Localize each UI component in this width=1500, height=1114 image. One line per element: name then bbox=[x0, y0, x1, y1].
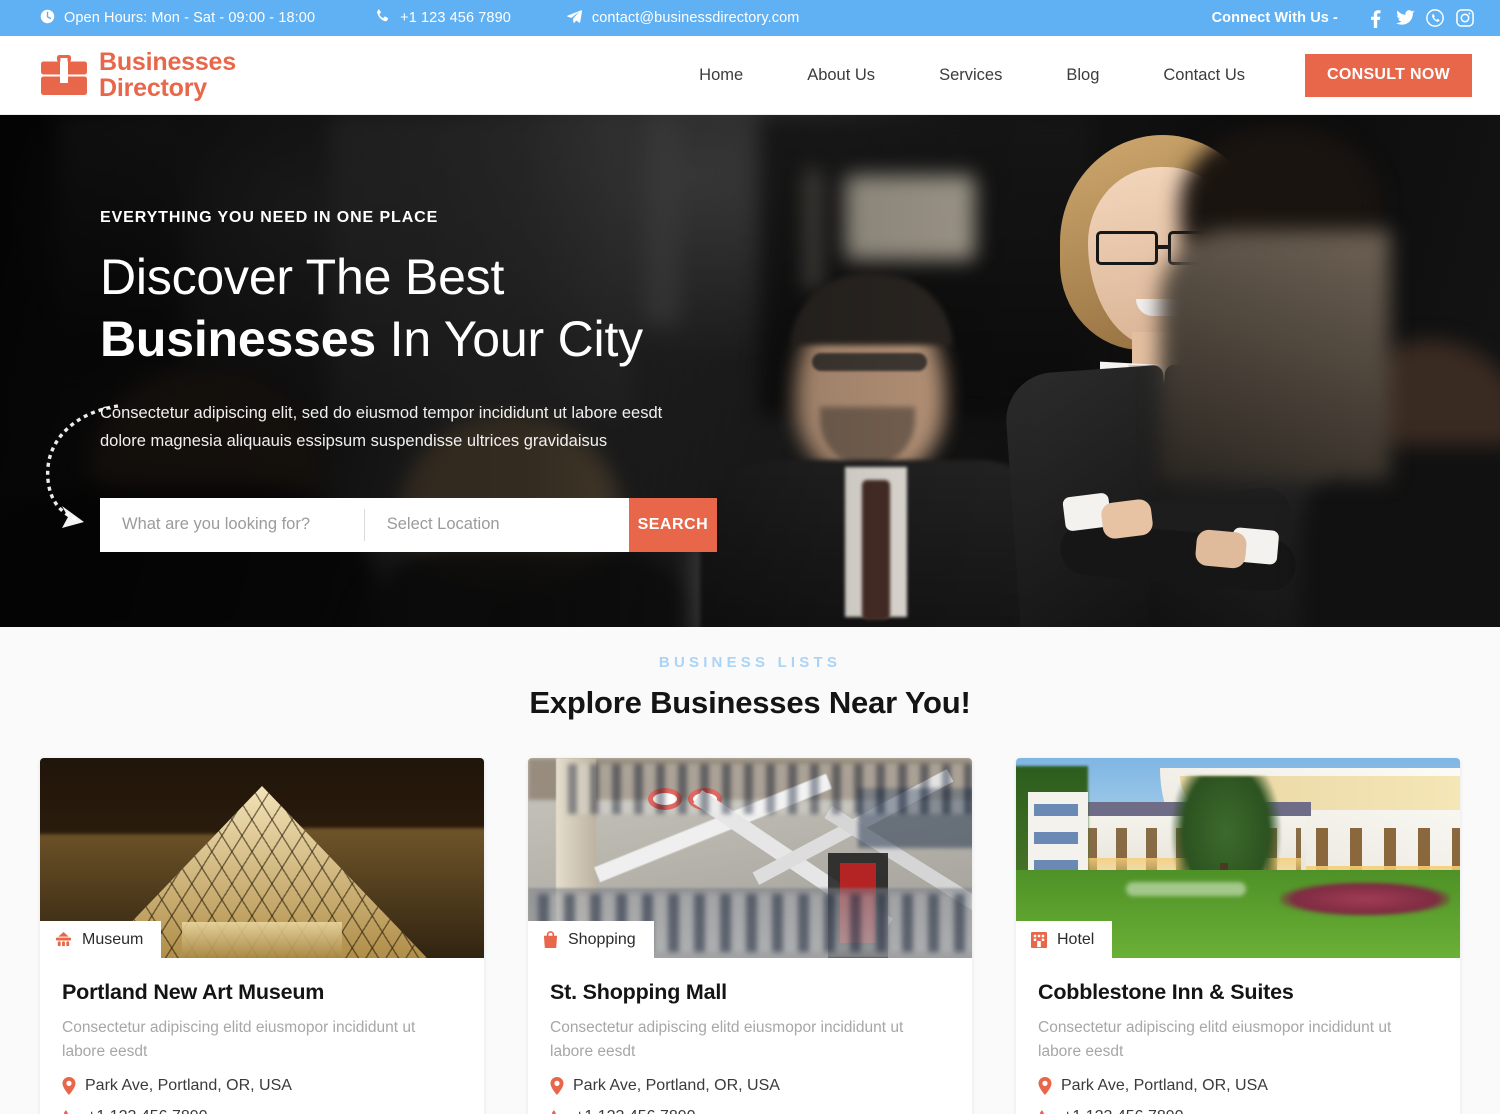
shopping-bag-icon bbox=[542, 930, 559, 949]
card-title: St. Shopping Mall bbox=[550, 980, 727, 1004]
logo-text: Businesses Directory bbox=[99, 49, 236, 101]
business-card[interactable]: Shopping St. Shopping Mall Consectetur a… bbox=[528, 758, 972, 1114]
card-description: Consectetur adipiscing elitd eiusmopor i… bbox=[1038, 1019, 1392, 1061]
nav-item-home[interactable]: Home bbox=[667, 66, 775, 85]
card-badge: Museum bbox=[40, 921, 162, 958]
card-image-museum: Museum bbox=[40, 758, 484, 958]
card-image-hotel: Hotel bbox=[1016, 758, 1460, 958]
card-body: St. Shopping Mall Consectetur adipiscing… bbox=[528, 958, 972, 1114]
map-pin-icon bbox=[1038, 1077, 1052, 1096]
hero-title: Discover The Best Businesses In Your Cit… bbox=[100, 247, 1500, 369]
logo[interactable]: Businesses Directory bbox=[40, 49, 236, 101]
facebook-icon[interactable] bbox=[1360, 9, 1390, 28]
hero-kicker: EVERYTHING YOU NEED IN ONE PLACE bbox=[100, 209, 439, 226]
card-badge: Hotel bbox=[1016, 921, 1113, 958]
logo-line-1: Businesses bbox=[99, 48, 236, 76]
top-info-bar: Open Hours: Mon - Sat - 09:00 - 18:00 +1… bbox=[0, 0, 1500, 36]
hero-paragraph: Consectetur adipiscing elit, sed do eius… bbox=[100, 404, 663, 451]
consult-now-button[interactable]: CONSULT NOW bbox=[1305, 53, 1472, 97]
briefcase-icon bbox=[40, 53, 88, 97]
card-phone: +1 123 456 7890 bbox=[62, 1108, 462, 1114]
open-hours: Open Hours: Mon - Sat - 09:00 - 18:00 bbox=[40, 9, 315, 28]
hero-title-line-2: Businesses In Your City bbox=[100, 309, 1500, 369]
card-phone-text: +1 123 456 7890 bbox=[1063, 1108, 1184, 1114]
card-address-text: Park Ave, Portland, OR, USA bbox=[573, 1077, 780, 1095]
nav-item-contact-us[interactable]: Contact Us bbox=[1131, 66, 1277, 85]
topbar-email[interactable]: contact@businessdirectory.com bbox=[566, 8, 800, 29]
card-address-text: Park Ave, Portland, OR, USA bbox=[85, 1077, 292, 1095]
card-address: Park Ave, Portland, OR, USA bbox=[550, 1077, 950, 1096]
business-card[interactable]: Museum Portland New Art Museum Consectet… bbox=[40, 758, 484, 1114]
twitter-icon[interactable] bbox=[1390, 10, 1420, 26]
card-phone-text: +1 123 456 7890 bbox=[87, 1108, 208, 1114]
connect-with-us: Connect With Us - bbox=[1212, 9, 1480, 28]
section-eyebrow: BUSINESS LISTS bbox=[658, 654, 842, 671]
card-badge: Shopping bbox=[528, 921, 654, 958]
hero-section: EVERYTHING YOU NEED IN ONE PLACE Discove… bbox=[0, 115, 1500, 627]
map-pin-icon bbox=[62, 1077, 76, 1096]
topbar-phone-text: +1 123 456 7890 bbox=[400, 10, 511, 26]
card-description: Consectetur adipiscing elitd eiusmopor i… bbox=[62, 1019, 416, 1061]
card-body: Portland New Art Museum Consectetur adip… bbox=[40, 958, 484, 1114]
card-badge-label: Museum bbox=[82, 930, 144, 948]
museum-icon bbox=[54, 931, 73, 949]
map-pin-icon bbox=[550, 1077, 564, 1096]
instagram-icon[interactable] bbox=[1450, 9, 1480, 27]
topbar-email-text: contact@businessdirectory.com bbox=[591, 10, 800, 26]
section-title: Explore Businesses Near You! bbox=[529, 685, 971, 720]
phone-icon bbox=[62, 1109, 78, 1114]
search-keyword-input[interactable] bbox=[100, 497, 364, 552]
hero-content: EVERYTHING YOU NEED IN ONE PLACE Discove… bbox=[0, 115, 1500, 552]
connect-label: Connect With Us - bbox=[1211, 10, 1338, 26]
card-title: Portland New Art Museum bbox=[62, 980, 325, 1004]
phone-icon bbox=[375, 8, 391, 28]
card-badge-label: Hotel bbox=[1057, 930, 1095, 948]
search-button[interactable]: SEARCH bbox=[628, 497, 717, 552]
open-hours-text: Open Hours: Mon - Sat - 09:00 - 18:00 bbox=[64, 10, 316, 26]
logo-line-2: Directory bbox=[99, 74, 207, 102]
nav-item-about-us[interactable]: About Us bbox=[775, 66, 907, 85]
card-address: Park Ave, Portland, OR, USA bbox=[62, 1077, 462, 1096]
hotel-icon bbox=[1030, 931, 1048, 949]
card-phone: +1 123 456 7890 bbox=[550, 1108, 950, 1114]
main-nav: Home About Us Services Blog Contact Us C… bbox=[667, 53, 1472, 97]
whatsapp-icon[interactable] bbox=[1420, 9, 1450, 27]
nav-item-blog[interactable]: Blog bbox=[1034, 66, 1131, 85]
phone-icon bbox=[550, 1109, 566, 1114]
card-body: Cobblestone Inn & Suites Consectetur adi… bbox=[1016, 958, 1460, 1114]
card-phone: +1 123 456 7890 bbox=[1038, 1108, 1438, 1114]
clock-icon bbox=[40, 9, 55, 28]
business-lists-section: BUSINESS LISTS Explore Businesses Near Y… bbox=[0, 627, 1500, 1114]
card-image-shopping: Shopping bbox=[528, 758, 972, 958]
card-address: Park Ave, Portland, OR, USA bbox=[1038, 1077, 1438, 1096]
site-header: Businesses Directory Home About Us Servi… bbox=[0, 36, 1500, 115]
paper-plane-icon bbox=[566, 8, 583, 29]
card-phone-text: +1 123 456 7890 bbox=[575, 1108, 696, 1114]
hero-title-rest: In Your City bbox=[375, 311, 644, 367]
hero-title-line-1: Discover The Best bbox=[100, 249, 505, 305]
business-card-grid: Museum Portland New Art Museum Consectet… bbox=[0, 758, 1500, 1114]
card-description: Consectetur adipiscing elitd eiusmopor i… bbox=[550, 1019, 904, 1061]
card-title: Cobblestone Inn & Suites bbox=[1038, 980, 1294, 1004]
hero-title-emphasis: Businesses bbox=[100, 311, 376, 367]
hero-search-bar: SEARCH bbox=[100, 497, 717, 552]
card-badge-label: Shopping bbox=[568, 930, 636, 948]
card-address-text: Park Ave, Portland, OR, USA bbox=[1061, 1077, 1268, 1095]
search-location-input[interactable] bbox=[364, 497, 629, 552]
phone-icon bbox=[1038, 1109, 1054, 1114]
business-card[interactable]: Hotel Cobblestone Inn & Suites Consectet… bbox=[1016, 758, 1460, 1114]
topbar-phone[interactable]: +1 123 456 7890 bbox=[375, 8, 511, 28]
nav-item-services[interactable]: Services bbox=[907, 66, 1034, 85]
